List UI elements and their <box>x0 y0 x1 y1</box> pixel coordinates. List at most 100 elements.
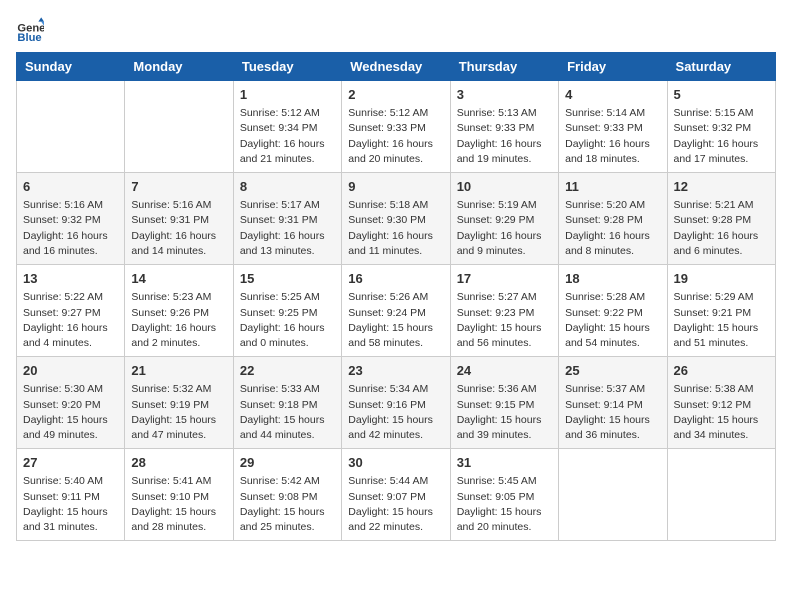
calendar-cell: 22Sunrise: 5:33 AM Sunset: 9:18 PM Dayli… <box>233 357 341 449</box>
day-info: Sunrise: 5:38 AM Sunset: 9:12 PM Dayligh… <box>674 382 769 443</box>
calendar-cell: 27 Sunrise: 5:40 AM Sunset: 9:11 PM Dayli… <box>17 449 125 541</box>
day-of-week-header: Wednesday <box>342 53 450 81</box>
calendar-week-row: 1Sunrise: 5:12 AM Sunset: 9:34 PM Daylig… <box>17 81 776 173</box>
day-info: Sunrise: 5:15 AM Sunset: 9:32 PM Dayligh… <box>674 106 769 167</box>
day-number: 2 <box>348 86 443 104</box>
day-info: Sunrise: 5:40 AM Sunset: 9:11 PM Dayligh… <box>23 474 118 535</box>
day-info: Sunrise: 5:16 AM Sunset: 9:32 PM Dayligh… <box>23 198 118 259</box>
day-info: Sunrise: 5:22 AM Sunset: 9:27 PM Dayligh… <box>23 290 118 351</box>
calendar-cell: 15Sunrise: 5:25 AM Sunset: 9:25 PM Dayli… <box>233 265 341 357</box>
day-info: Sunrise: 5:29 AM Sunset: 9:21 PM Dayligh… <box>674 290 769 351</box>
day-info: Sunrise: 5:25 AM Sunset: 9:25 PM Dayligh… <box>240 290 335 351</box>
day-number: 30 <box>348 454 443 472</box>
calendar-cell: 17 Sunrise: 5:27 AM Sunset: 9:23 PM Dayli… <box>450 265 558 357</box>
calendar-week-row: 13 Sunrise: 5:22 AM Sunset: 9:27 PM Dayli… <box>17 265 776 357</box>
day-number: 24 <box>457 362 552 380</box>
calendar-cell: 2 Sunrise: 5:12 AM Sunset: 9:33 PM Daylig… <box>342 81 450 173</box>
calendar-cell: 8 Sunrise: 5:17 AM Sunset: 9:31 PM Daylig… <box>233 173 341 265</box>
day-info: Sunrise: 5:42 AM Sunset: 9:08 PM Dayligh… <box>240 474 335 535</box>
day-number: 29 <box>240 454 335 472</box>
calendar-cell: 12 Sunrise: 5:21 AM Sunset: 9:28 PM Dayli… <box>667 173 775 265</box>
logo-icon: General Blue <box>16 16 44 44</box>
day-number: 16 <box>348 270 443 288</box>
calendar-cell: 29 Sunrise: 5:42 AM Sunset: 9:08 PM Dayli… <box>233 449 341 541</box>
day-info: Sunrise: 5:19 AM Sunset: 9:29 PM Dayligh… <box>457 198 552 259</box>
day-info: Sunrise: 5:18 AM Sunset: 9:30 PM Dayligh… <box>348 198 443 259</box>
calendar-week-row: 6 Sunrise: 5:16 AM Sunset: 9:32 PM Daylig… <box>17 173 776 265</box>
day-number: 28 <box>131 454 226 472</box>
day-number: 17 <box>457 270 552 288</box>
day-info: Sunrise: 5:32 AM Sunset: 9:19 PM Dayligh… <box>131 382 226 443</box>
day-number: 19 <box>674 270 769 288</box>
day-number: 23 <box>348 362 443 380</box>
day-info: Sunrise: 5:27 AM Sunset: 9:23 PM Dayligh… <box>457 290 552 351</box>
calendar-cell: 9 Sunrise: 5:18 AM Sunset: 9:30 PM Daylig… <box>342 173 450 265</box>
day-info: Sunrise: 5:44 AM Sunset: 9:07 PM Dayligh… <box>348 474 443 535</box>
calendar-week-row: 20 Sunrise: 5:30 AM Sunset: 9:20 PM Dayli… <box>17 357 776 449</box>
page-header: General Blue <box>16 16 776 44</box>
day-info: Sunrise: 5:30 AM Sunset: 9:20 PM Dayligh… <box>23 382 118 443</box>
day-number: 9 <box>348 178 443 196</box>
day-info: Sunrise: 5:21 AM Sunset: 9:28 PM Dayligh… <box>674 198 769 259</box>
day-number: 12 <box>674 178 769 196</box>
calendar-cell: 6 Sunrise: 5:16 AM Sunset: 9:32 PM Daylig… <box>17 173 125 265</box>
day-of-week-header: Monday <box>125 53 233 81</box>
logo: General Blue <box>16 16 44 44</box>
calendar-cell: 18 Sunrise: 5:28 AM Sunset: 9:22 PM Dayli… <box>559 265 667 357</box>
day-info: Sunrise: 5:20 AM Sunset: 9:28 PM Dayligh… <box>565 198 660 259</box>
day-number: 4 <box>565 86 660 104</box>
day-of-week-header: Tuesday <box>233 53 341 81</box>
day-number: 5 <box>674 86 769 104</box>
day-number: 7 <box>131 178 226 196</box>
day-info: Sunrise: 5:41 AM Sunset: 9:10 PM Dayligh… <box>131 474 226 535</box>
day-number: 13 <box>23 270 118 288</box>
calendar-cell: 26Sunrise: 5:38 AM Sunset: 9:12 PM Dayli… <box>667 357 775 449</box>
day-of-week-header: Friday <box>559 53 667 81</box>
day-info: Sunrise: 5:26 AM Sunset: 9:24 PM Dayligh… <box>348 290 443 351</box>
day-info: Sunrise: 5:34 AM Sunset: 9:16 PM Dayligh… <box>348 382 443 443</box>
day-number: 3 <box>457 86 552 104</box>
calendar-cell: 21 Sunrise: 5:32 AM Sunset: 9:19 PM Dayli… <box>125 357 233 449</box>
day-number: 10 <box>457 178 552 196</box>
day-info: Sunrise: 5:28 AM Sunset: 9:22 PM Dayligh… <box>565 290 660 351</box>
day-info: Sunrise: 5:13 AM Sunset: 9:33 PM Dayligh… <box>457 106 552 167</box>
calendar-cell: 24 Sunrise: 5:36 AM Sunset: 9:15 PM Dayli… <box>450 357 558 449</box>
day-info: Sunrise: 5:33 AM Sunset: 9:18 PM Dayligh… <box>240 382 335 443</box>
calendar-cell: 16 Sunrise: 5:26 AM Sunset: 9:24 PM Dayli… <box>342 265 450 357</box>
calendar-cell: 20 Sunrise: 5:30 AM Sunset: 9:20 PM Dayli… <box>17 357 125 449</box>
day-number: 1 <box>240 86 335 104</box>
day-number: 20 <box>23 362 118 380</box>
calendar-cell: 4 Sunrise: 5:14 AM Sunset: 9:33 PM Daylig… <box>559 81 667 173</box>
day-info: Sunrise: 5:14 AM Sunset: 9:33 PM Dayligh… <box>565 106 660 167</box>
day-number: 31 <box>457 454 552 472</box>
day-of-week-header: Thursday <box>450 53 558 81</box>
day-number: 8 <box>240 178 335 196</box>
calendar-cell: 31 Sunrise: 5:45 AM Sunset: 9:05 PM Dayli… <box>450 449 558 541</box>
calendar-cell: 1Sunrise: 5:12 AM Sunset: 9:34 PM Daylig… <box>233 81 341 173</box>
calendar-cell: 13 Sunrise: 5:22 AM Sunset: 9:27 PM Dayli… <box>17 265 125 357</box>
calendar-cell: 11 Sunrise: 5:20 AM Sunset: 9:28 PM Dayli… <box>559 173 667 265</box>
calendar-cell: 5 Sunrise: 5:15 AM Sunset: 9:32 PM Daylig… <box>667 81 775 173</box>
day-number: 21 <box>131 362 226 380</box>
day-number: 6 <box>23 178 118 196</box>
day-number: 14 <box>131 270 226 288</box>
calendar-cell <box>125 81 233 173</box>
day-info: Sunrise: 5:45 AM Sunset: 9:05 PM Dayligh… <box>457 474 552 535</box>
day-number: 25 <box>565 362 660 380</box>
calendar-cell: 30 Sunrise: 5:44 AM Sunset: 9:07 PM Dayli… <box>342 449 450 541</box>
calendar-cell: 28 Sunrise: 5:41 AM Sunset: 9:10 PM Dayli… <box>125 449 233 541</box>
calendar-cell <box>667 449 775 541</box>
calendar-cell: 19 Sunrise: 5:29 AM Sunset: 9:21 PM Dayli… <box>667 265 775 357</box>
day-number: 18 <box>565 270 660 288</box>
day-number: 27 <box>23 454 118 472</box>
svg-text:Blue: Blue <box>17 32 41 44</box>
day-info: Sunrise: 5:36 AM Sunset: 9:15 PM Dayligh… <box>457 382 552 443</box>
day-number: 11 <box>565 178 660 196</box>
calendar-cell <box>17 81 125 173</box>
day-info: Sunrise: 5:17 AM Sunset: 9:31 PM Dayligh… <box>240 198 335 259</box>
day-of-week-header: Sunday <box>17 53 125 81</box>
day-of-week-header: Saturday <box>667 53 775 81</box>
day-info: Sunrise: 5:12 AM Sunset: 9:33 PM Dayligh… <box>348 106 443 167</box>
calendar-cell: 10 Sunrise: 5:19 AM Sunset: 9:29 PM Dayli… <box>450 173 558 265</box>
calendar-cell: 23 Sunrise: 5:34 AM Sunset: 9:16 PM Dayli… <box>342 357 450 449</box>
